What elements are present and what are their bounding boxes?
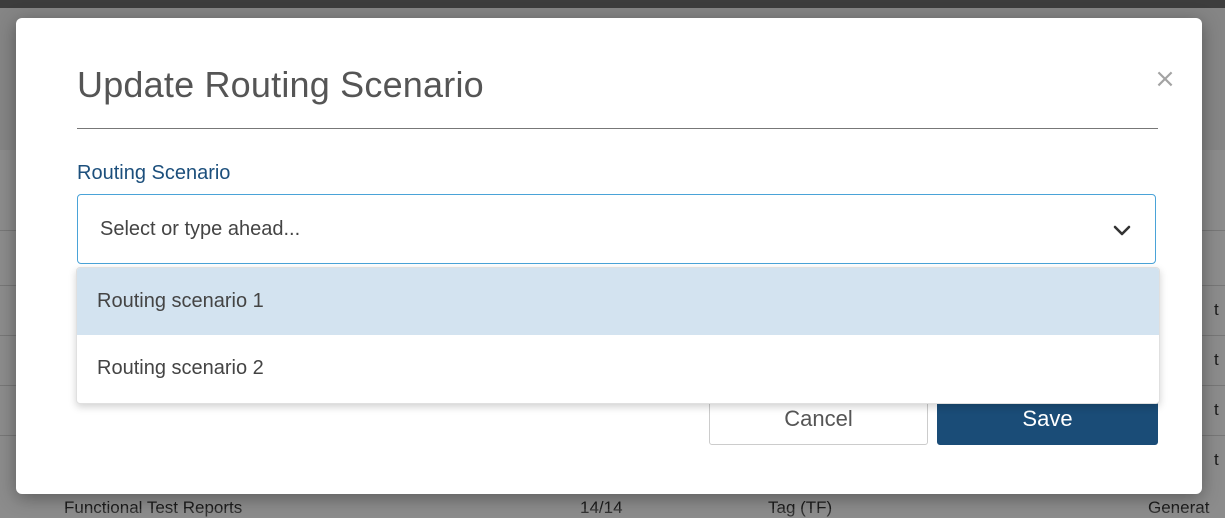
select-placeholder: Select or type ahead...: [100, 218, 301, 240]
routing-scenario-select[interactable]: Select or type ahead...: [77, 194, 1156, 264]
routing-scenario-options: Routing scenario 1 Routing scenario 2: [76, 267, 1160, 404]
close-icon: ×: [1154, 64, 1176, 94]
option-routing-scenario-1[interactable]: Routing scenario 1: [77, 268, 1159, 335]
modal-title: Update Routing Scenario: [77, 64, 484, 105]
chevron-down-icon[interactable]: [1110, 219, 1134, 243]
update-routing-scenario-dialog: Update Routing Scenario × Routing Scenar…: [16, 18, 1202, 494]
routing-scenario-label: Routing Scenario: [77, 162, 231, 184]
title-divider: [77, 128, 1158, 129]
option-routing-scenario-2[interactable]: Routing scenario 2: [77, 335, 1159, 402]
close-button[interactable]: ×: [1152, 66, 1178, 92]
